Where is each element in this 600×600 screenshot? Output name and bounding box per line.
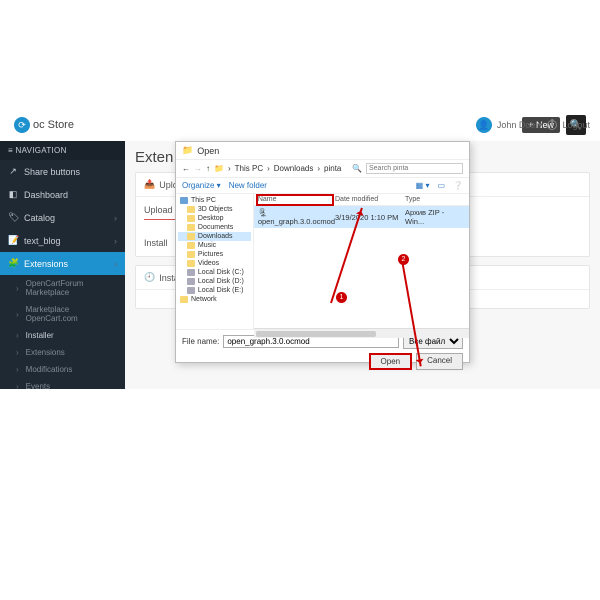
sidebar-subitem[interactable]: Events <box>0 378 125 395</box>
tree-item[interactable]: Network <box>178 295 251 304</box>
tree-item[interactable]: Documents <box>178 223 251 232</box>
user-name[interactable]: John Doe ▾ <box>497 120 543 131</box>
avatar[interactable]: 👤 <box>476 117 492 133</box>
nav-header: ≡ NAVIGATION <box>0 141 125 160</box>
filename-label: File name: <box>182 337 219 346</box>
sidebar-item[interactable]: 🏷Catalog› <box>0 206 125 229</box>
sidebar-subitem[interactable]: OpenCartForum Marketplace <box>0 275 125 301</box>
sidebar-item[interactable]: ↗Share buttons <box>0 160 125 183</box>
folder-tree[interactable]: This PC 3D Objects Desktop Documents Dow… <box>176 194 254 329</box>
sidebar-subitem[interactable]: Installer <box>0 327 125 344</box>
tree-item[interactable]: Downloads <box>178 232 251 241</box>
search-input[interactable] <box>366 163 463 174</box>
logout-label[interactable]: Logout <box>562 120 590 130</box>
nav-fwd-icon[interactable]: → <box>194 164 202 173</box>
tree-item[interactable]: Desktop <box>178 214 251 223</box>
preview-icon[interactable]: ▭ <box>437 181 445 190</box>
tree-item[interactable]: Pictures <box>178 250 251 259</box>
view-icon[interactable]: ▦ ▾ <box>416 181 430 190</box>
sidebar-subitem[interactable]: Extensions <box>0 344 125 361</box>
tree-item[interactable]: Local Disk (C:) <box>178 268 251 277</box>
tree-item[interactable]: Local Disk (D:) <box>178 277 251 286</box>
tree-item[interactable]: This PC <box>178 196 251 205</box>
tree-item[interactable]: 3D Objects <box>178 205 251 214</box>
annotation-box <box>256 194 334 206</box>
dialog-title: 📁 Open <box>176 142 469 159</box>
nav-up-icon[interactable]: ↑ <box>206 164 210 173</box>
tree-item[interactable]: Local Disk (E:) <box>178 286 251 295</box>
help-icon[interactable]: ❔ <box>453 181 463 190</box>
annotation-num: 1 <box>336 292 347 303</box>
logout-icon[interactable] <box>547 120 557 130</box>
sidebar-item[interactable]: 🧩Extensions› <box>0 252 125 275</box>
sidebar-subitem[interactable]: Modifications <box>0 361 125 378</box>
nav-back-icon[interactable]: ← <box>182 164 190 173</box>
new-folder-button[interactable]: New folder <box>229 181 267 190</box>
file-open-dialog: 📁 Open ← → ↑ 📁 ›This PC ›Downloads ›pint… <box>175 141 470 363</box>
sidebar-item[interactable]: ◧Dashboard <box>0 183 125 206</box>
open-button[interactable]: Open <box>369 353 413 370</box>
sidebar-item[interactable]: 📝text_blog› <box>0 229 125 252</box>
annotation-num: 2 <box>398 254 409 265</box>
scrollbar[interactable] <box>254 328 469 338</box>
organize-button[interactable]: Organize ▾ <box>182 181 221 190</box>
breadcrumb[interactable]: ← → ↑ 📁 ›This PC ›Downloads ›pinta 🔍 <box>176 159 469 177</box>
sidebar: ≡ NAVIGATION ↗Share buttons◧Dashboard🏷Ca… <box>0 141 125 389</box>
tree-item[interactable]: Videos <box>178 259 251 268</box>
logo: ⟳oc Store <box>14 117 74 133</box>
sidebar-subitem[interactable]: Marketplace OpenCart.com <box>0 301 125 327</box>
tree-item[interactable]: Music <box>178 241 251 250</box>
